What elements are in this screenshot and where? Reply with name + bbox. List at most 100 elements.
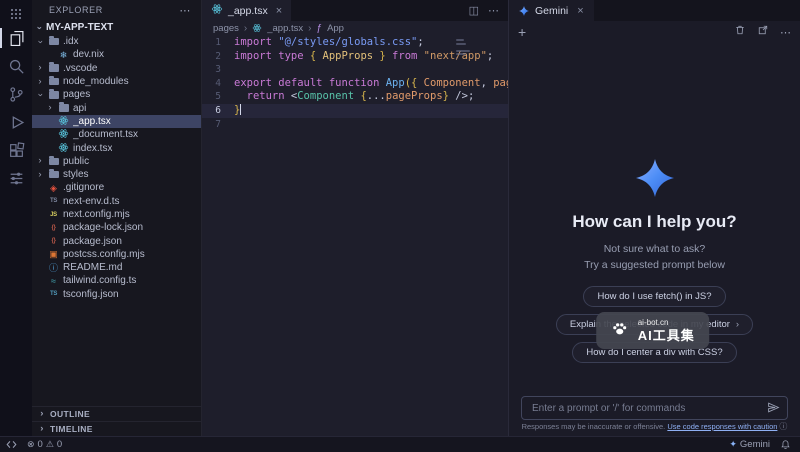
- js-icon: JS: [48, 210, 59, 220]
- line-number: 5: [202, 90, 234, 104]
- prompt-input[interactable]: [521, 396, 788, 420]
- disclaimer-link[interactable]: Use code responses with caution: [667, 422, 777, 431]
- tree-file-next-env.d.ts[interactable]: TSnext-env.d.ts: [32, 195, 201, 208]
- activity-bar: [0, 0, 32, 436]
- export-chat-icon[interactable]: [757, 23, 769, 41]
- prompt-pill-1[interactable]: How do I use fetch() in JS?: [583, 286, 725, 307]
- tree-file-next.config.mjs[interactable]: JS next.config.mjs: [32, 208, 201, 221]
- workbench: EXPLORER ⋯ › MY-APP-TEXT ›.idx ❄ dev.nix ›.…: [0, 0, 800, 436]
- minimap[interactable]: [456, 39, 470, 64]
- tree-file-tailwind.config.ts[interactable]: ≈tailwind.config.ts: [32, 274, 201, 287]
- problems-indicator[interactable]: ⊗ 0 ⚠ 0: [27, 439, 62, 450]
- send-icon[interactable]: [767, 401, 780, 419]
- extensions-icon: [8, 142, 25, 159]
- activity-bar-item-extensions[interactable]: [0, 136, 32, 164]
- line-number: 7: [202, 118, 234, 132]
- outline-section[interactable]: › OUTLINE: [32, 406, 201, 421]
- react-icon: [58, 142, 69, 155]
- more-actions-icon[interactable]: ⋯: [179, 4, 191, 17]
- activity-bar-item-explorer[interactable]: [0, 24, 32, 52]
- timeline-label: TIMELINE: [50, 424, 93, 434]
- text-cursor: [240, 104, 241, 115]
- tab-app-tsx[interactable]: _app.tsx ×: [202, 0, 291, 21]
- tree-file-_app.tsx[interactable]: _app.tsx: [32, 115, 201, 128]
- tab-label: _app.tsx: [228, 5, 268, 17]
- npm-icon: {}: [48, 223, 59, 233]
- tree-file-_document.tsx[interactable]: _document.tsx: [32, 128, 201, 141]
- code-line-text: return <Component {...pageProps} />;: [234, 90, 474, 104]
- tree-folder-pages[interactable]: › pages: [32, 88, 201, 101]
- more-actions-icon[interactable]: ⋯: [488, 4, 499, 17]
- react-icon: [211, 3, 223, 18]
- close-icon[interactable]: ×: [577, 5, 583, 17]
- source-control-icon: [8, 86, 25, 103]
- notifications-bell-icon[interactable]: [780, 439, 791, 450]
- tree-item-label: node_modules: [63, 76, 129, 87]
- tree-item-label: _app.tsx: [73, 116, 111, 127]
- more-actions-icon[interactable]: ⋯: [780, 26, 791, 39]
- explorer-header: EXPLORER ⋯: [32, 0, 201, 20]
- activity-bar-item-tools[interactable]: [0, 164, 32, 192]
- tree-folder-node_modules[interactable]: ›node_modules: [32, 75, 201, 88]
- activity-bar-item-search[interactable]: [0, 52, 32, 80]
- folder-icon: [49, 158, 59, 166]
- project-root-label: MY-APP-TEXT: [46, 22, 113, 33]
- breadcrumb-symbol[interactable]: App: [327, 23, 344, 34]
- tree-file-dev.nix[interactable]: ❄ dev.nix: [32, 48, 201, 61]
- tree-item-label: dev.nix: [73, 49, 104, 60]
- activity-bar-item-source-control[interactable]: [0, 80, 32, 108]
- tree-folder-styles[interactable]: ›styles: [32, 168, 201, 181]
- tree-folder-public[interactable]: ›public: [32, 155, 201, 168]
- code-line-4[interactable]: 4export default function App({ Component…: [202, 77, 508, 91]
- tab-gemini[interactable]: Gemini ×: [509, 0, 594, 21]
- folder-icon: [49, 64, 59, 72]
- folder-icon: [59, 104, 69, 112]
- remote-indicator[interactable]: [6, 439, 17, 450]
- outline-label: OUTLINE: [50, 409, 90, 419]
- menu-dots-icon[interactable]: [0, 4, 32, 24]
- tree-folder-.idx[interactable]: ›.idx: [32, 35, 201, 48]
- tree-file-package.json[interactable]: {}package.json: [32, 234, 201, 247]
- code-line-6[interactable]: 6}: [202, 104, 508, 118]
- close-icon[interactable]: ×: [276, 5, 282, 17]
- tree-file-.gitignore[interactable]: ◈.gitignore: [32, 181, 201, 194]
- code-line-3[interactable]: 3: [202, 63, 508, 77]
- breadcrumb-pages[interactable]: pages: [213, 23, 239, 34]
- code-line-5[interactable]: 5 return <Component {...pageProps} />;: [202, 90, 508, 104]
- npm-icon: {}: [48, 236, 59, 246]
- explorer-sidebar: EXPLORER ⋯ › MY-APP-TEXT ›.idx ❄ dev.nix ›.…: [32, 0, 202, 436]
- watermark-site: ai-bot.cn: [638, 318, 695, 328]
- tree-folder-.vscode[interactable]: ›.vscode: [32, 62, 201, 75]
- tree-item-label: styles: [63, 169, 89, 180]
- errors-count: 0: [38, 439, 43, 450]
- tree-file-README.md[interactable]: ⓘREADME.md: [32, 261, 201, 274]
- code-editor[interactable]: 1import "@/styles/globals.css";2import t…: [202, 36, 508, 436]
- tree-item-label: pages: [63, 89, 90, 100]
- code-line-text: }: [234, 104, 241, 118]
- code-line-7[interactable]: 7: [202, 118, 508, 132]
- react-icon: [58, 128, 69, 141]
- tree-file-index.tsx[interactable]: index.tsx: [32, 141, 201, 154]
- delete-chat-icon[interactable]: [734, 23, 746, 41]
- nix-icon: ❄: [58, 50, 69, 60]
- tree-item-label: tailwind.config.ts: [63, 275, 136, 286]
- timeline-section[interactable]: › TIMELINE: [32, 421, 201, 436]
- code-line-text: import type { AppProps } from "next/app"…: [234, 50, 493, 64]
- activity-bar-item-run-debug[interactable]: [0, 108, 32, 136]
- project-root-row[interactable]: › MY-APP-TEXT: [32, 20, 201, 35]
- tree-item-label: next.config.mjs: [63, 209, 130, 220]
- tree-file-tsconfig.json[interactable]: TStsconfig.json: [32, 288, 201, 301]
- tree-folder-api[interactable]: ›api: [32, 101, 201, 114]
- gemini-status-item[interactable]: ✦ Gemini: [729, 439, 770, 450]
- tree-item-label: postcss.config.mjs: [63, 249, 145, 260]
- breadcrumb-separator-icon: ›: [244, 23, 247, 34]
- chevron-down-icon: ›: [35, 24, 43, 32]
- new-chat-icon[interactable]: +: [518, 25, 526, 39]
- react-icon: [252, 23, 262, 34]
- chevron-down-icon: ›: [36, 91, 44, 99]
- breadcrumb-file[interactable]: _app.tsx: [267, 23, 303, 34]
- ts-icon: TS: [48, 196, 59, 206]
- tree-file-postcss.config.mjs[interactable]: ▣postcss.config.mjs: [32, 248, 201, 261]
- split-editor-icon[interactable]: ◫: [469, 4, 479, 17]
- tree-file-package-lock.json[interactable]: {}package-lock.json: [32, 221, 201, 234]
